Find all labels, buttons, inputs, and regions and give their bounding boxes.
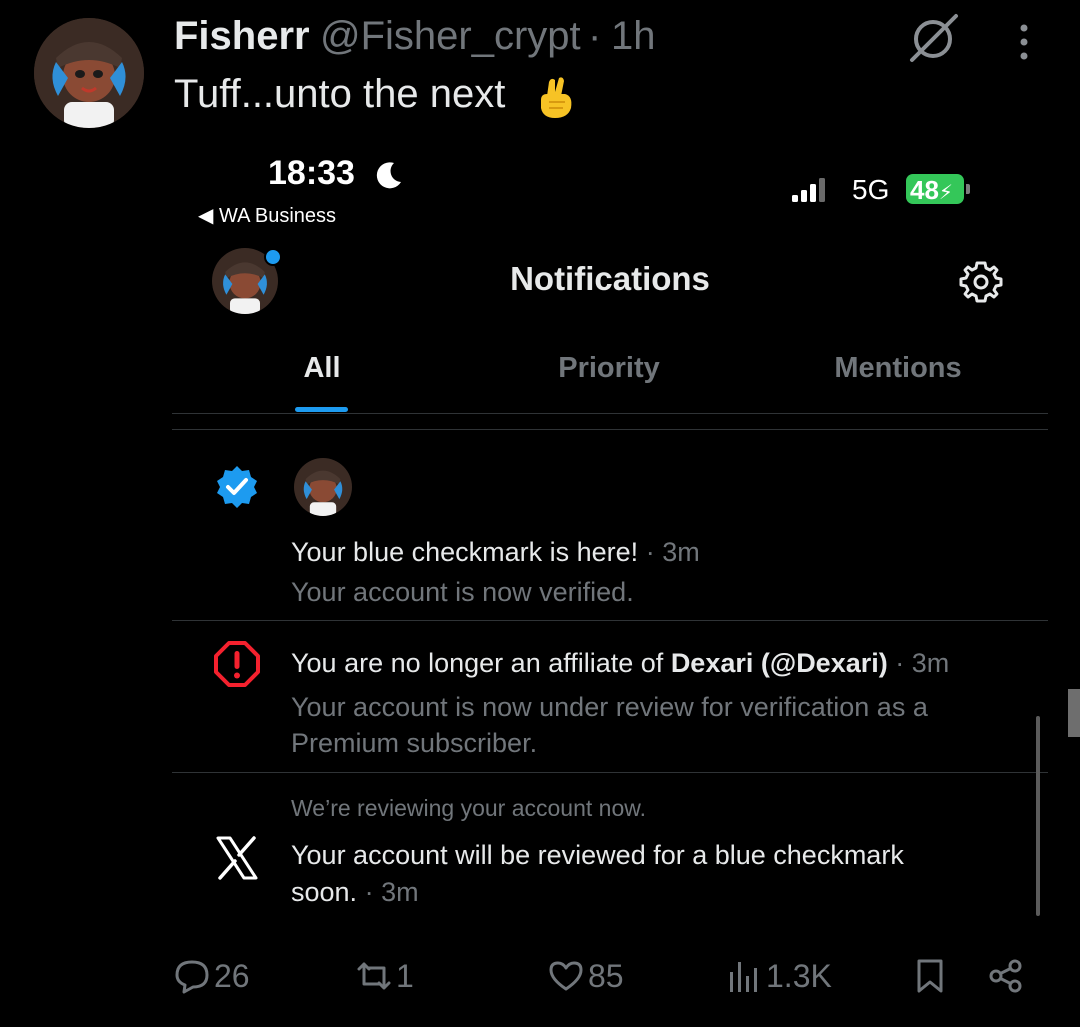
notification-subtitle: Your account is now verified. bbox=[291, 577, 634, 607]
scrollbar-track[interactable] bbox=[1036, 716, 1040, 916]
notification-pretitle: We’re reviewing your account now. bbox=[291, 795, 646, 821]
share-icon bbox=[989, 959, 1022, 993]
views-chart-icon bbox=[730, 962, 757, 992]
back-triangle-icon: ◀ bbox=[198, 205, 219, 227]
list-divider bbox=[172, 772, 1048, 773]
avatar-image bbox=[34, 18, 144, 128]
back-to-app: ◀ WA Business bbox=[198, 203, 336, 228]
tweet-timestamp[interactable]: 1h bbox=[611, 14, 656, 59]
tabs-divider bbox=[172, 413, 1048, 414]
heart-icon bbox=[549, 961, 583, 991]
gear-icon[interactable] bbox=[958, 259, 1004, 305]
crossed-fingers-emoji bbox=[541, 77, 572, 118]
moon-icon bbox=[376, 162, 401, 189]
tweet-text: Tuff...unto the next bbox=[174, 72, 506, 116]
avatar-image bbox=[294, 458, 352, 516]
tab-all[interactable]: All bbox=[262, 352, 382, 385]
repost-count: 1 bbox=[396, 957, 414, 994]
list-divider bbox=[172, 620, 1048, 621]
share-button[interactable] bbox=[988, 956, 1024, 996]
separator-dot: · bbox=[588, 14, 602, 58]
reply-icon bbox=[175, 960, 209, 994]
network-label: 5G bbox=[852, 174, 890, 205]
notification-title-cont[interactable]: soon. · 3m bbox=[291, 877, 419, 908]
more-options-icon[interactable] bbox=[1008, 20, 1040, 64]
reply-count: 26 bbox=[214, 957, 250, 994]
list-divider bbox=[172, 429, 1048, 430]
tab-mentions[interactable]: Mentions bbox=[810, 352, 986, 385]
tab-priority[interactable]: Priority bbox=[514, 352, 704, 385]
view-count: 1.3K bbox=[766, 957, 832, 994]
grok-icon[interactable] bbox=[904, 10, 962, 68]
repost-icon bbox=[357, 962, 391, 990]
notification-title-text: Your blue checkmark is here! bbox=[291, 537, 639, 567]
notification-subtitle: Premium subscriber. bbox=[291, 728, 538, 758]
notification-title[interactable]: Your blue checkmark is here! · 3m bbox=[291, 537, 700, 568]
verified-badge-icon bbox=[217, 466, 257, 508]
notification-time: · 3m bbox=[645, 537, 700, 567]
like-count: 85 bbox=[588, 957, 624, 994]
repost-button[interactable]: 1 bbox=[356, 956, 414, 996]
author-name[interactable]: Fisherr bbox=[174, 14, 310, 59]
notification-subtitle: Your account is now under review for ver… bbox=[291, 692, 928, 722]
status-clock: 18:33 bbox=[268, 154, 355, 192]
scrollbar-thumb[interactable] bbox=[1068, 689, 1080, 737]
reply-button[interactable]: 26 bbox=[174, 956, 250, 996]
like-button[interactable]: 85 bbox=[548, 956, 624, 996]
charging-bolt-icon: ⚡ bbox=[938, 182, 953, 204]
page-title: Notifications bbox=[510, 260, 710, 297]
views-button[interactable]: 1.3K bbox=[726, 956, 832, 996]
battery-cap bbox=[966, 184, 970, 194]
alert-icon bbox=[214, 641, 260, 687]
unread-dot bbox=[264, 248, 282, 266]
notification-time: · 3m bbox=[895, 648, 950, 678]
author-avatar[interactable] bbox=[34, 18, 144, 128]
x-logo-icon bbox=[216, 836, 258, 880]
notification-title[interactable]: You are no longer an affiliate of Dexari… bbox=[291, 648, 949, 679]
notification-avatar[interactable] bbox=[294, 458, 352, 516]
bookmark-icon bbox=[917, 959, 943, 993]
battery-percent: 48 bbox=[910, 175, 939, 205]
battery-level: 48⚡ bbox=[910, 175, 953, 206]
bookmark-button[interactable] bbox=[912, 956, 948, 996]
back-app-label: WA Business bbox=[218, 205, 337, 227]
notification-title[interactable]: Your account will be reviewed for a blue… bbox=[291, 840, 904, 871]
notification-title-text: soon. bbox=[291, 877, 358, 907]
author-handle[interactable]: @Fisher_crypt bbox=[320, 14, 581, 59]
notification-title-text: You are no longer an affiliate of bbox=[291, 648, 664, 678]
notification-time: · 3m bbox=[364, 877, 419, 907]
signal-icon bbox=[792, 178, 825, 202]
active-tab-indicator bbox=[295, 407, 348, 412]
affiliate-name[interactable]: Dexari (@Dexari) bbox=[671, 648, 888, 678]
